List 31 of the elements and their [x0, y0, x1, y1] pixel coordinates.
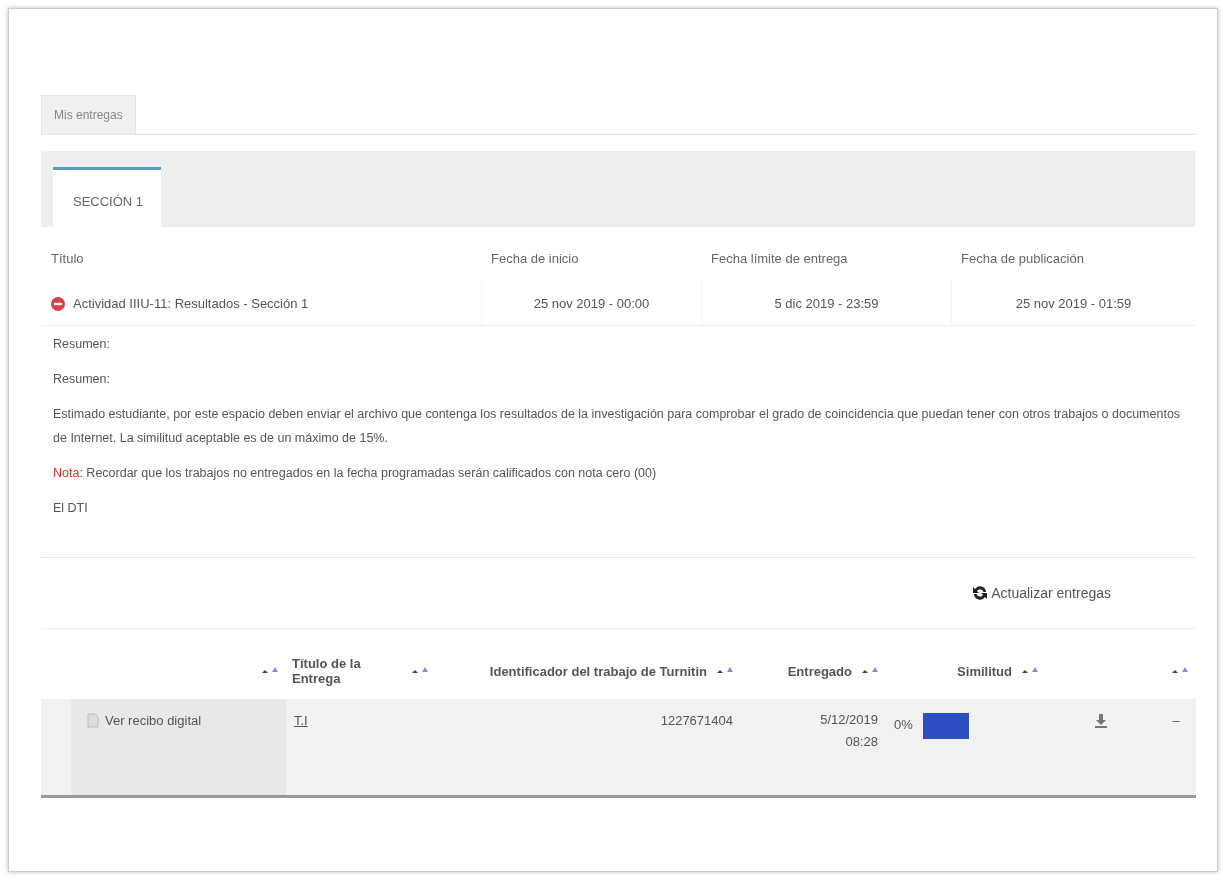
summary-text: Resumen:	[53, 336, 111, 353]
similarity-value: 0%	[894, 717, 913, 733]
section-tab[interactable]: SECCIÓN 1	[53, 167, 162, 227]
column-header: Título	[50, 250, 85, 268]
table-cell: 5/12/2019 08:28	[741, 699, 886, 798]
refresh-button[interactable]: Actualizar entregas	[971, 584, 1111, 602]
receipt-link[interactable]: Ver recibo digital	[71, 699, 286, 795]
summary-text: Estimado estudiante, por este espacio deben enviar el archivo que contenga los resultados de la investigación para comprobar el grado de coincidencia que puedan tener con otros trabajos o documentos de Internet. La similitud aceptable es de un máximo de 15%.	[53, 406, 1182, 447]
column-header: Identificador del trabajo de Turnitin	[489, 663, 707, 679]
note-text: Nota: Recordar que los trabajos no entregados en la fecha programadas serán calificados con nota cero (00)	[53, 465, 658, 482]
column-header: Fecha de publicación	[960, 250, 1085, 268]
column-header: Similitud	[957, 663, 1012, 679]
download-icon[interactable]	[1094, 713, 1108, 729]
submission-title-link[interactable]: T.I	[294, 713, 308, 728]
table-cell: 25 nov 2019 - 01:59	[951, 280, 1195, 325]
column-header: Entregado	[787, 663, 852, 679]
no-entry-icon	[51, 296, 65, 311]
column-header: Título de la Entrega	[292, 656, 362, 686]
document-icon	[87, 713, 99, 728]
more-text: –	[1156, 699, 1196, 798]
similarity-swatch[interactable]	[922, 713, 969, 739]
table-cell: 5 dic 2019 - 23:59	[701, 280, 951, 325]
column-header: Fecha de inicio	[490, 250, 580, 268]
refresh-icon	[971, 584, 990, 602]
activity-title: Actividad IIIU-11: Resultados - Sección 1	[73, 296, 309, 311]
summary-text: Resumen:	[53, 371, 111, 388]
table-cell: 25 nov 2019 - 00:00	[481, 280, 701, 325]
summary-text: El DTI	[53, 500, 89, 517]
tab[interactable]: Mis entregas	[41, 95, 136, 134]
table-cell: 1227671404	[436, 699, 741, 798]
column-header: Fecha límite de entrega	[710, 250, 849, 268]
